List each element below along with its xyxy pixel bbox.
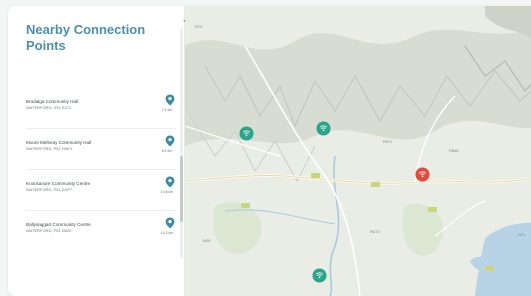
road-label: R672 [370,229,380,234]
list-item[interactable]: Ballysaggart Community Centre WATERFORD,… [26,217,176,258]
sidebar-scrollbar[interactable] [180,28,183,258]
divider [26,128,176,129]
road-label: R671 [383,139,393,144]
scrollbar-thumb[interactable] [180,156,183,222]
map-pin-icon [165,217,175,229]
map-pin-icon [165,94,175,106]
item-address: WATERFORD, P51 DVP7 [26,187,73,192]
connection-point-marker[interactable] [312,268,327,283]
sidebar-panel: Nearby Connection Points Brodalga Commun… [8,6,187,296]
app-window: Nearby Connection Points Brodalga Commun… [8,6,531,296]
map-pin-icon [165,135,175,147]
selected-location-marker[interactable] [415,167,430,182]
connection-point-marker[interactable] [316,121,331,136]
item-address: WATERFORD, P51 H9K3 [26,146,72,151]
item-name: Brodalga Community Hall [26,99,79,104]
connection-points-list: Brodalga Community Hall WATERFORD, X91 R… [26,94,176,258]
road-label: N72 [195,24,203,29]
item-address: WATERFORD, X91 R272 [26,105,72,110]
divider [26,210,176,211]
road-label: R666 [449,148,459,153]
map-terrain [185,6,531,296]
item-distance: 8.9 km [161,149,173,153]
map-view[interactable]: N72 R671 R666 N25 R672 N72 [185,6,531,296]
item-distance: 10.8 km [160,190,174,194]
road-label: N72 [518,232,526,237]
connection-point-marker[interactable] [239,126,254,141]
sidebar-title: Nearby Connection Points [26,22,146,53]
item-name: Knockanore Community Centre [26,181,91,186]
item-name: Mount Melleray Community Hall [26,140,92,145]
list-item[interactable]: Mount Melleray Community Hall WATERFORD,… [26,135,176,176]
list-item[interactable]: Knockanore Community Centre WATERFORD, P… [26,176,176,217]
item-address: WATERFORD, P51 D620 [26,228,72,233]
item-distance: 2.4 km [161,108,173,112]
divider [26,169,176,170]
item-distance: 14.3 km [160,231,174,235]
road-label: N25 [203,238,211,243]
list-item[interactable]: Brodalga Community Hall WATERFORD, X91 R… [26,94,176,135]
map-pin-icon [165,176,175,188]
item-name: Ballysaggart Community Centre [26,222,91,227]
